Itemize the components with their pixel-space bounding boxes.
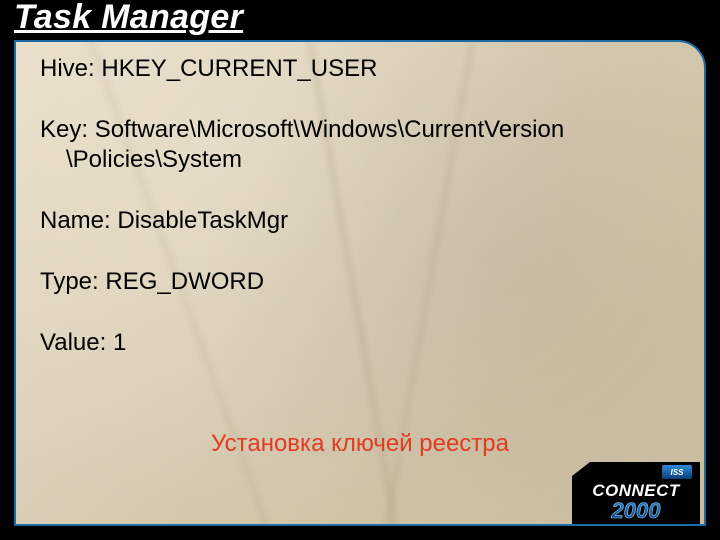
slide-title: Task Manager	[14, 0, 243, 37]
value-line: Value: 1	[40, 328, 684, 359]
type-label: Type:	[40, 268, 105, 295]
type-value: REG_DWORD	[105, 268, 264, 295]
logo-year: 2000	[611, 498, 662, 523]
key-line1: Software\Microsoft\Windows\CurrentVersio…	[95, 116, 565, 143]
type-line: Type: REG_DWORD	[40, 267, 684, 298]
key-label: Key:	[40, 116, 95, 143]
name-label: Name:	[40, 207, 117, 234]
key-line: Key: Software\Microsoft\Windows\CurrentV…	[40, 115, 684, 176]
slide: Task Manager Hive: HKEY_CURRENT_USER Key…	[0, 0, 720, 540]
logo-iss: ISS	[671, 468, 685, 477]
connect-2000-logo: ISS CONNECT 2000	[572, 462, 700, 524]
content-frame: Hive: HKEY_CURRENT_USER Key: Software\Mi…	[14, 40, 706, 526]
name-line: Name: DisableTaskMgr	[40, 206, 684, 237]
hive-label: Hive:	[40, 55, 101, 82]
value-value: 1	[113, 329, 126, 356]
name-value: DisableTaskMgr	[117, 207, 288, 234]
hive-line: Hive: HKEY_CURRENT_USER	[40, 54, 684, 85]
key-line2: \Policies\System	[40, 145, 684, 176]
value-label: Value:	[40, 329, 113, 356]
registry-info: Hive: HKEY_CURRENT_USER Key: Software\Mi…	[40, 54, 684, 358]
hive-value: HKEY_CURRENT_USER	[101, 55, 377, 82]
footer-caption: Установка ключей реестра	[16, 430, 704, 458]
